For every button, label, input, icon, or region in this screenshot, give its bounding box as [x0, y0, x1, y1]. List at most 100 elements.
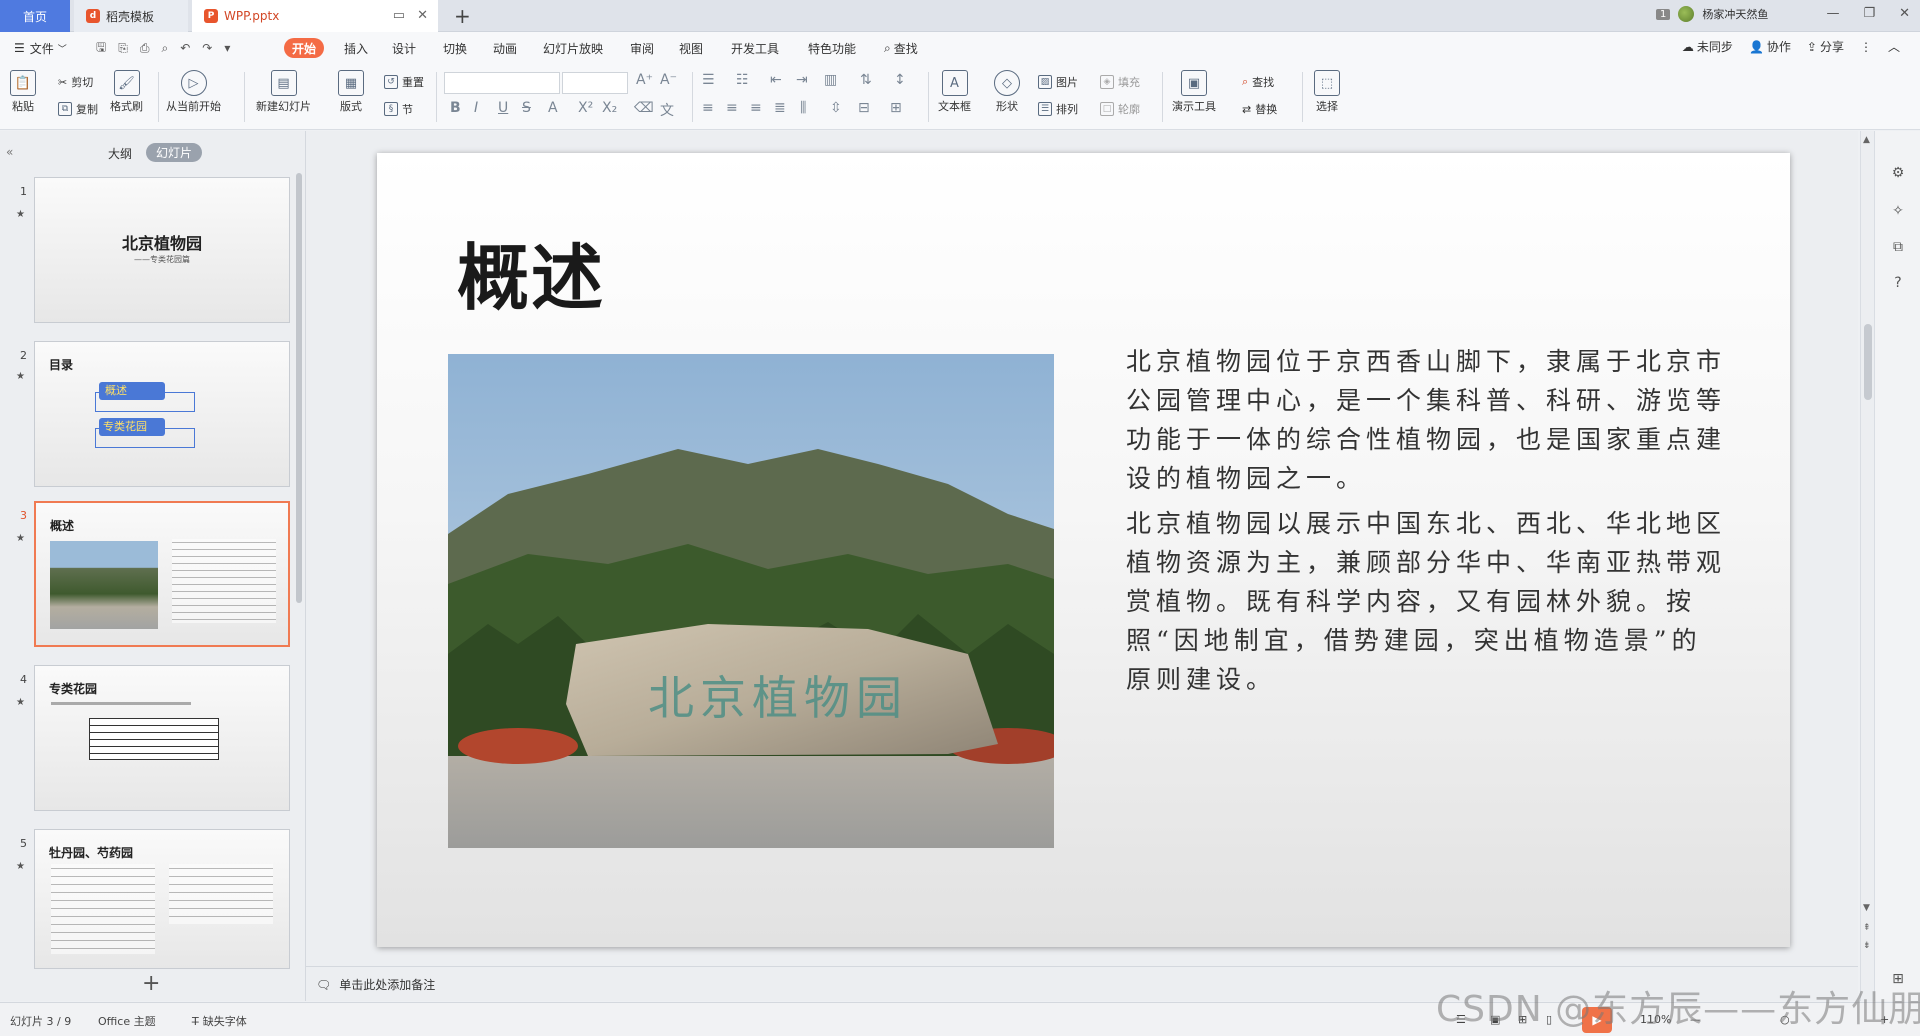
slide-title[interactable]: 概述	[457, 219, 605, 324]
underline-icon[interactable]: U	[498, 100, 508, 116]
print-preview-icon[interactable]: ⌕	[161, 41, 168, 56]
menu-search[interactable]: ⌕ 查找	[884, 38, 918, 58]
copy-button[interactable]: ⧉ 复制	[58, 101, 98, 117]
slide-thumbnail-1[interactable]: 北京植物园 ——专类花园篇	[34, 177, 290, 323]
select-button[interactable]: ⬚ 选择	[1314, 70, 1340, 114]
redo-icon[interactable]: ↷	[202, 41, 212, 55]
notes-pane[interactable]: 🗨 单击此处添加备注	[316, 976, 435, 993]
format-painter-button[interactable]: 🖌 格式刷	[110, 70, 143, 114]
slide-thumbnail-3[interactable]: 概述	[34, 501, 290, 647]
smartart-icon[interactable]: ⊞	[890, 100, 902, 116]
decrease-indent-icon[interactable]: ⇤	[770, 72, 782, 88]
tab-special-features[interactable]: 特色功能	[808, 38, 856, 58]
collab-button[interactable]: 👤 协作	[1749, 38, 1791, 55]
picture-button[interactable]: ▨ 图片	[1038, 74, 1078, 90]
text-direction-icon[interactable]: ⇅	[860, 72, 872, 88]
close-tab-icon[interactable]: ✕	[417, 8, 428, 23]
clear-format-icon[interactable]: ⌫	[634, 100, 654, 116]
output-pdf-icon[interactable]: ⎘	[118, 41, 128, 56]
tab-document[interactable]: P WPP.pptx ▭ ✕	[192, 0, 438, 32]
collapse-ribbon-icon[interactable]: ︿	[1888, 38, 1900, 55]
text-align-icon[interactable]: ⊟	[858, 100, 870, 116]
line-spacing-icon[interactable]: ↕	[894, 72, 906, 88]
tab-review[interactable]: 审阅	[630, 38, 654, 58]
align-right-icon[interactable]: ≡	[750, 100, 762, 116]
pin-window-icon[interactable]: ▭	[393, 8, 405, 23]
outline-tab[interactable]: 大纲	[108, 145, 132, 162]
scroll-down-icon[interactable]: ▼	[1863, 903, 1870, 913]
backup-icon[interactable]: ⧉	[1889, 239, 1907, 257]
slide-body-text[interactable]: 北京植物园位于京西香山脚下，隶属于北京市公园管理中心，是一个集科普、科研、游览等…	[1126, 342, 1726, 705]
numbered-list-icon[interactable]: ☷	[736, 72, 749, 88]
section-button[interactable]: § 节	[384, 101, 413, 117]
tab-animations[interactable]: 动画	[493, 38, 517, 58]
customize-qat-icon[interactable]: ▾	[224, 41, 230, 55]
columns-icon[interactable]: ▥	[824, 72, 837, 88]
phonetic-icon[interactable]: 文	[660, 100, 674, 120]
tab-insert[interactable]: 插入	[344, 38, 368, 58]
tab-developer[interactable]: 开发工具	[731, 38, 779, 58]
align-center-icon[interactable]: ≡	[726, 100, 738, 116]
play-from-current-button[interactable]: ▷ 从当前开始	[166, 70, 221, 114]
style-icon[interactable]: ✧	[1889, 203, 1907, 221]
share-button[interactable]: ⇪ 分享	[1807, 38, 1844, 55]
slide-canvas[interactable]: 概述 北京植物园 北京植物园位于京西香山脚下，隶属于北京市公园管理中心，是一个集…	[377, 153, 1790, 947]
account-name[interactable]: 杨家冲天然鱼	[1702, 6, 1768, 22]
properties-icon[interactable]: ⚙	[1889, 165, 1907, 183]
font-size-select[interactable]	[562, 72, 628, 94]
missing-font-button[interactable]: T̶ 缺失字体	[192, 1013, 247, 1029]
panel-scrollbar[interactable]	[296, 173, 302, 603]
slides-tab[interactable]: 幻灯片	[146, 143, 203, 162]
save-icon[interactable]: 🖫	[96, 38, 106, 59]
slide-thumbnail-2[interactable]: 目录 概述 专类花园	[34, 341, 290, 487]
decrease-font-icon[interactable]: A⁻	[660, 72, 677, 88]
strikethrough-icon[interactable]: S	[522, 100, 531, 116]
restore-icon[interactable]: ❐	[1863, 6, 1875, 21]
shape-button[interactable]: ◇ 形状	[994, 70, 1020, 114]
tab-transitions[interactable]: 切换	[443, 38, 467, 58]
new-tab-button[interactable]: +	[454, 4, 471, 28]
fill-button[interactable]: ◈ 填充	[1100, 74, 1140, 90]
more-icon[interactable]: ⋮	[1860, 38, 1872, 55]
scroll-thumb[interactable]	[1864, 324, 1872, 400]
outline-button[interactable]: □ 轮廓	[1100, 101, 1140, 117]
theme-name[interactable]: Office 主题	[98, 1013, 156, 1029]
superscript-icon[interactable]: X²	[578, 100, 593, 116]
paste-button[interactable]: 📋 粘贴	[10, 70, 36, 114]
textbox-button[interactable]: A 文本框	[938, 70, 971, 114]
canvas-scrollbar[interactable]: ▲ ▼ ⇞ ⇟	[1860, 131, 1874, 1001]
avatar[interactable]	[1678, 6, 1695, 22]
subscript-icon[interactable]: X₂	[602, 100, 617, 116]
arrange-button[interactable]: ☰ 排列	[1038, 101, 1078, 117]
add-slide-icon[interactable]: +	[142, 971, 160, 996]
tab-start[interactable]: 开始	[284, 38, 325, 58]
prev-slide-icon[interactable]: ⇞	[1863, 923, 1871, 933]
cut-button[interactable]: ✂ 剪切	[58, 74, 93, 90]
bold-icon[interactable]: B	[450, 100, 461, 116]
reset-button[interactable]: ↺ 重置	[384, 74, 424, 90]
presentation-tools-button[interactable]: ▣ 演示工具	[1172, 70, 1216, 114]
para-spacing-icon[interactable]: ⇳	[830, 100, 842, 116]
align-left-icon[interactable]: ≡	[702, 100, 714, 116]
tab-view[interactable]: 视图	[679, 38, 703, 58]
tab-slideshow[interactable]: 幻灯片放映	[543, 38, 603, 58]
tab-home[interactable]: 首页	[0, 0, 70, 32]
increase-indent-icon[interactable]: ⇥	[796, 72, 808, 88]
layout-button[interactable]: ▦ 版式	[338, 70, 364, 114]
slide-thumbnail-4[interactable]: 专类花园	[34, 665, 290, 811]
justify-icon[interactable]: ≣	[774, 100, 786, 116]
bullet-list-icon[interactable]: ☰	[702, 72, 715, 88]
tab-design[interactable]: 设计	[392, 38, 416, 58]
collapse-panel-icon[interactable]: «	[6, 145, 13, 159]
find-button[interactable]: ⌕ 查找	[1242, 74, 1274, 90]
font-color-icon[interactable]: A	[548, 100, 558, 116]
new-slide-button[interactable]: ▤ 新建幻灯片	[256, 70, 311, 114]
help-icon[interactable]: ?	[1889, 275, 1907, 293]
italic-icon[interactable]: I	[474, 100, 478, 116]
print-icon[interactable]: ⎙	[140, 41, 150, 56]
next-slide-icon[interactable]: ⇟	[1863, 941, 1871, 951]
minimize-icon[interactable]: —	[1826, 6, 1839, 21]
close-window-icon[interactable]: ✕	[1899, 6, 1910, 21]
undo-icon[interactable]: ↶	[180, 41, 190, 55]
file-menu[interactable]: ☰ 文件 ﹀	[14, 38, 67, 58]
